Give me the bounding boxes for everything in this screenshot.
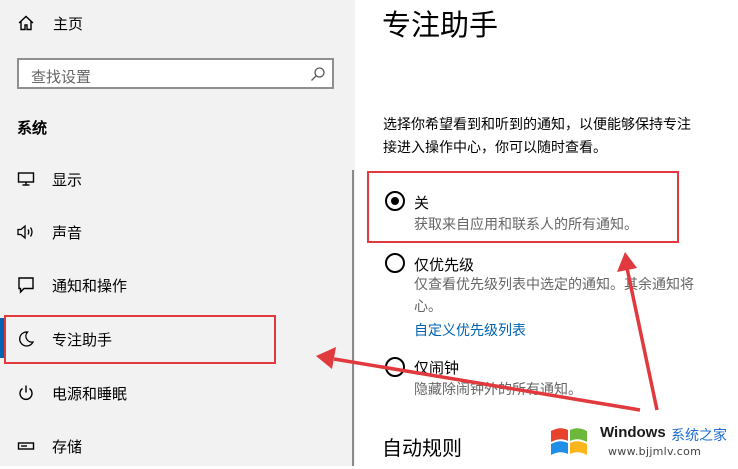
speaker-icon	[16, 222, 36, 242]
sidebar-item-label: 专注助手	[52, 330, 113, 349]
sidebar-item-label: 电源和睡眠	[52, 384, 128, 403]
description-line-1: 选择你希望看到和听到的通知，以便能够保持专注	[383, 117, 691, 133]
sidebar-item-power-sleep[interactable]: 电源和睡眠	[0, 370, 340, 416]
notification-icon	[16, 275, 36, 295]
page-description: 选择你希望看到和听到的通知，以便能够保持专注 接进入操作中心，你可以随时查看。	[383, 114, 738, 160]
option-desc-priority-only: 仅查看优先级列表中选定的通知。其余通知将	[414, 277, 694, 293]
option-desc-off: 获取来自应用和联系人的所有通知。	[414, 217, 638, 233]
moon-icon	[16, 329, 36, 349]
sidebar-item-label: 主页	[53, 14, 84, 33]
settings-sidebar: 主页 查找设置 系统 显示 声音 通知和操作 专注助手 电源和睡眠 存储	[0, 0, 355, 466]
storage-icon	[16, 436, 36, 456]
sidebar-scrollbar[interactable]	[352, 170, 354, 466]
watermark: Windows 系统之家 www.bjjmlv.com	[548, 418, 738, 466]
option-label-off: 关	[414, 194, 430, 212]
sidebar-item-label: 声音	[52, 223, 83, 242]
radio-off[interactable]	[385, 191, 405, 211]
sidebar-item-focus-assist[interactable]: 专注助手	[0, 316, 340, 362]
search-placeholder: 查找设置	[31, 68, 92, 86]
windows-logo-icon	[551, 428, 587, 455]
radio-selected-dot	[391, 197, 399, 205]
option-desc-alarms-only: 隐藏除闹钟外的所有通知。	[414, 382, 582, 398]
customize-priority-list-link[interactable]: 自定义优先级列表	[414, 320, 526, 340]
sidebar-item-label: 通知和操作	[52, 276, 128, 295]
radio-priority-only[interactable]	[385, 253, 405, 273]
section-title-system: 系统	[17, 119, 48, 137]
sidebar-item-home[interactable]: 主页	[0, 0, 340, 46]
option-label-priority-only: 仅优先级	[414, 256, 475, 274]
section-heading-automatic-rules: 自动规则	[382, 436, 462, 460]
watermark-url: www.bjjmlv.com	[608, 445, 702, 458]
search-input[interactable]: 查找设置	[17, 58, 334, 89]
sidebar-item-display[interactable]: 显示	[0, 156, 340, 202]
option-label-alarms-only: 仅闹钟	[414, 359, 460, 377]
sidebar-item-sound[interactable]: 声音	[0, 209, 340, 255]
monitor-icon	[16, 169, 36, 189]
power-icon	[16, 383, 36, 403]
search-icon[interactable]	[310, 66, 326, 82]
sidebar-item-label: 显示	[52, 170, 83, 189]
page-title: 专注助手	[382, 8, 499, 42]
sidebar-item-notifications[interactable]: 通知和操作	[0, 262, 340, 308]
sidebar-item-label: 存储	[52, 437, 83, 456]
radio-alarms-only[interactable]	[385, 357, 405, 377]
home-icon	[16, 13, 36, 33]
description-line-2: 接进入操作中心，你可以随时查看。	[383, 140, 607, 156]
annotation-arrowhead-up	[617, 252, 637, 272]
option-desc-priority-only-cont: 心。	[414, 299, 442, 315]
watermark-site-name: 系统之家	[671, 428, 727, 444]
watermark-brand: Windows	[600, 424, 666, 441]
sidebar-item-storage[interactable]: 存储	[0, 423, 340, 469]
